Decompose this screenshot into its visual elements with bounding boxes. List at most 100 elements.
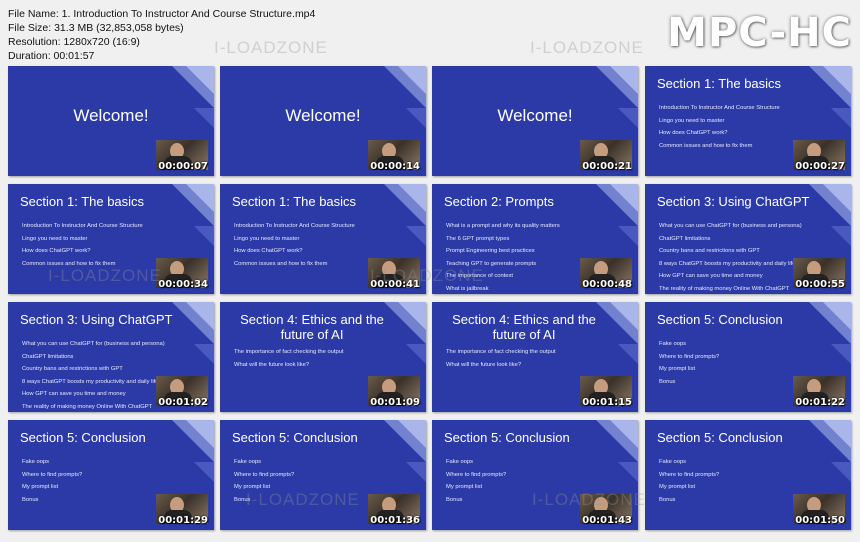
slide-title: Section 4: Ethics and the future of AI [240, 312, 384, 342]
slide-bullet: Where to find prompts? [234, 471, 295, 478]
slide-bullet: Fake oops [659, 459, 687, 465]
slide-bullet: The 6 GPT prompt types [446, 235, 510, 242]
slide-bullet: Teaching GPT to generate prompts [446, 260, 537, 267]
slide-decoration [398, 302, 426, 330]
video-thumbnail: Welcome! 00:00:07 [8, 66, 214, 176]
video-thumbnail: Section 5: Conclusion Fake oops Where to f… [645, 302, 851, 412]
slide-bullet: How does ChatGPT work? [659, 130, 728, 136]
slide-decoration [610, 302, 638, 330]
slide-decoration [186, 420, 214, 448]
slide-bullet: Fake oops [234, 459, 262, 465]
slide-title: Section 5: Conclusion [657, 312, 783, 327]
timestamp: 00:01:02 [158, 397, 208, 408]
slide-decoration [194, 344, 214, 364]
timestamp: 00:01:43 [582, 515, 632, 526]
slide-bullets: What you can use ChatGPT for (business a… [659, 220, 811, 294]
video-thumbnail: Section 3: Using ChatGPT What you can use… [645, 184, 851, 294]
slide-bullet: Common issues and how to fix them [22, 260, 116, 267]
slide-bullets: Introduction To Instructor And Course St… [22, 220, 174, 270]
slide-decoration [186, 184, 214, 212]
slide-bullet: How GPT can save you time and money [22, 391, 126, 397]
video-thumbnail: Section 5: Conclusion Fake oops Where to f… [432, 420, 638, 530]
slide-title: Section 2: Prompts [444, 194, 554, 209]
slide-title: Section 5: Conclusion [444, 430, 570, 445]
slide-decoration [406, 226, 426, 246]
slide-title: Welcome! [497, 106, 573, 125]
timestamp: 00:00:14 [370, 161, 420, 172]
slide-bullet: Bonus [659, 496, 676, 503]
slide-bullet: Introduction To Instructor And Course St… [659, 105, 780, 111]
slide-bullet: Lingo you need to master [234, 235, 300, 242]
slide-bullet: The reality of making money Online With … [22, 403, 153, 410]
slide-bullet: Prompt Engineering best practices [446, 248, 535, 254]
slide-bullets: The importance of fact checking the outp… [446, 346, 598, 371]
video-thumbnail: Section 5: Conclusion Fake oops Where to f… [8, 420, 214, 530]
slide-decoration [831, 462, 851, 482]
video-thumbnail: Section 1: The basics Introduction To Ins… [8, 184, 214, 294]
thumbnail-grid: Welcome! 00:00:07 Welcome! 00:00:14 Welcome!… [0, 0, 860, 542]
slide-bullet: Where to find prompts? [22, 471, 83, 478]
slide-decoration [194, 462, 214, 482]
slide-bullet: Where to find prompts? [446, 471, 507, 478]
slide-title: Section 3: Using ChatGPT [20, 312, 173, 327]
slide-bullet: What will the future look like? [446, 361, 522, 368]
slide-bullets: Introduction To Instructor And Course St… [659, 102, 811, 152]
slide-bullet: How does ChatGPT work? [234, 248, 303, 254]
video-thumbnail: Section 1: The basics Introduction To Ins… [645, 66, 851, 176]
timestamp: 00:01:36 [370, 515, 420, 526]
slide-decoration [831, 226, 851, 246]
slide-decoration [398, 420, 426, 448]
slide-decoration [618, 226, 638, 246]
slide-decoration [823, 302, 851, 330]
slide-bullet: Where to find prompts? [659, 471, 720, 478]
video-thumbnail: Welcome! 00:00:21 [432, 66, 638, 176]
timestamp: 00:01:09 [370, 397, 420, 408]
slide-title: Welcome! [285, 106, 361, 125]
timestamp: 00:00:55 [795, 279, 845, 290]
slide-title: Section 5: Conclusion [657, 430, 783, 445]
timestamp: 00:00:48 [582, 279, 632, 290]
slide-bullets: Introduction To Instructor And Course St… [234, 220, 386, 270]
slide-bullet: Common issues and how to fix them [659, 142, 753, 149]
slide-decoration [823, 184, 851, 212]
slide-decoration [618, 462, 638, 482]
slide-bullet: Introduction To Instructor And Course St… [22, 223, 143, 229]
slide-bullet: What is a prompt and why its quality mat… [446, 223, 560, 229]
slide-bullet: The importance of fact checking the outp… [234, 349, 344, 355]
slide-bullet: How does ChatGPT work? [22, 248, 91, 254]
video-thumbnail: Section 4: Ethics and the future of AI Th… [432, 302, 638, 412]
slide-bullet: Bonus [446, 496, 463, 503]
slide-bullet: Lingo you need to master [659, 117, 725, 124]
timestamp: 00:01:15 [582, 397, 632, 408]
slide-bullet: What you can use ChatGPT for (business a… [659, 223, 802, 229]
slide-bullet: Bonus [22, 496, 39, 503]
slide-decoration [610, 184, 638, 212]
slide-bullet: 8 ways ChatGPT boosts my productivity an… [659, 260, 796, 267]
slide-bullet: My prompt list [659, 366, 696, 372]
slide-bullet: The importance of context [446, 273, 514, 279]
slide-bullets: Fake oops Where to find prompts? My prompt… [22, 456, 174, 506]
slide-decoration [610, 420, 638, 448]
slide-decoration [618, 344, 638, 364]
timestamp: 00:00:34 [158, 279, 208, 290]
video-thumbnail: Section 3: Using ChatGPT What you can use… [8, 302, 214, 412]
video-thumbnail: Section 2: Prompts What is a prompt and w… [432, 184, 638, 294]
slide-bullet: My prompt list [659, 484, 696, 490]
slide-bullet: What will the future look like? [234, 361, 310, 368]
slide-bullet: Common issues and how to fix them [234, 260, 328, 267]
slide-title: Welcome! [73, 106, 149, 125]
slide-bullet: Where to find prompts? [659, 353, 720, 360]
slide-bullet: What is jailbreak [446, 285, 489, 292]
timestamp: 00:00:27 [795, 161, 845, 172]
slide-decoration [406, 462, 426, 482]
slide-bullet: How GPT can save you time and money [659, 273, 763, 279]
slide-bullet: Bonus [659, 378, 676, 385]
slide-decoration [398, 66, 426, 94]
slide-decoration [831, 108, 851, 128]
slide-title: Section 1: The basics [232, 194, 357, 209]
video-thumbnail: Section 5: Conclusion Fake oops Where to f… [645, 420, 851, 530]
slide-bullet: My prompt list [234, 484, 271, 490]
slide-bullet: ChatGPT limitations [659, 235, 711, 242]
timestamp: 00:00:41 [370, 279, 420, 290]
slide-bullet: My prompt list [446, 484, 483, 490]
